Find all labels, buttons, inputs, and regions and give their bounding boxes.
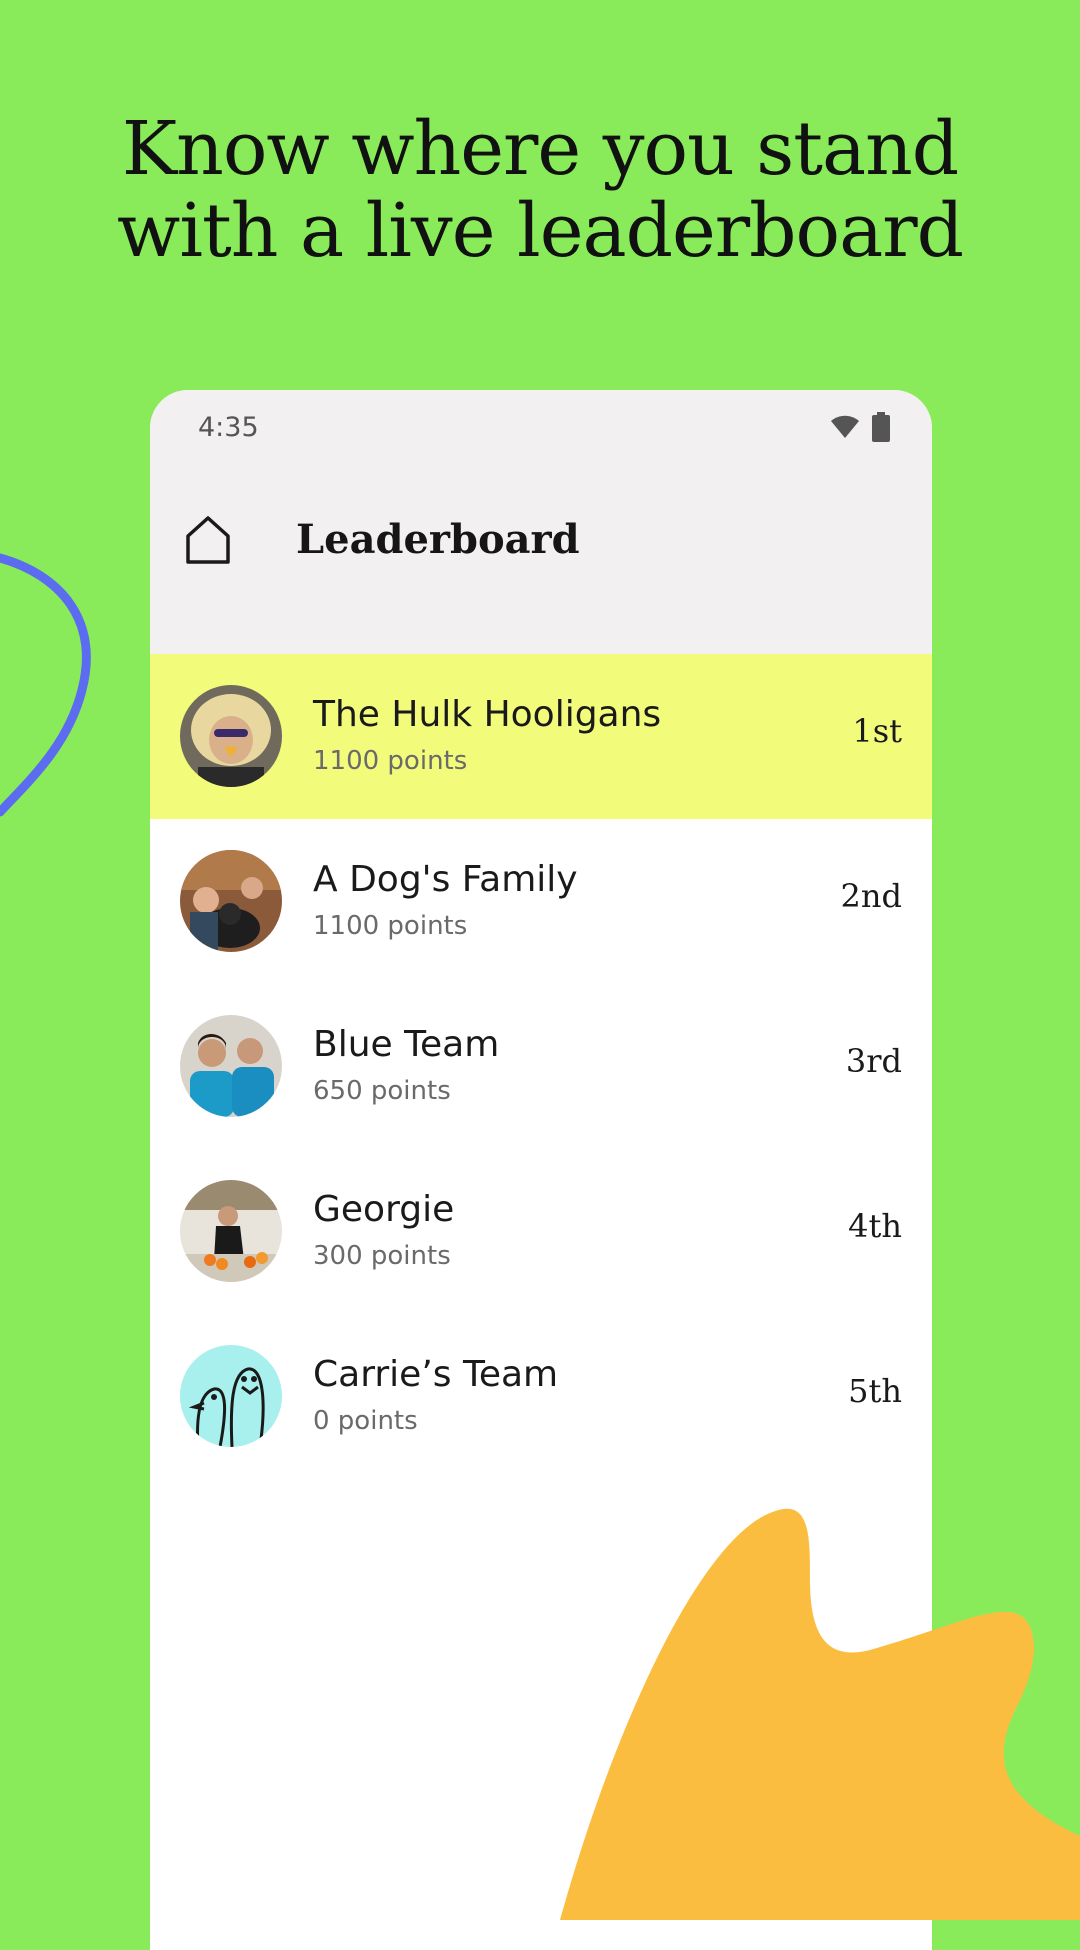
avatar bbox=[180, 1015, 282, 1117]
home-icon[interactable] bbox=[180, 512, 236, 568]
rank-label: 2nd bbox=[840, 877, 902, 915]
headline-line-1: Know where you stand bbox=[121, 106, 959, 192]
rank-label: 3rd bbox=[845, 1042, 902, 1080]
rank-label: 1st bbox=[852, 712, 902, 750]
leaderboard-row[interactable]: A Dog's Family 1100 points 2nd bbox=[150, 819, 932, 984]
team-name: The Hulk Hooligans bbox=[313, 694, 662, 735]
rank-label: 4th bbox=[848, 1207, 902, 1245]
page-title: Leaderboard bbox=[296, 516, 580, 563]
headline: Know where you stand with a live leaderb… bbox=[0, 108, 1080, 272]
team-points: 1100 points bbox=[313, 911, 468, 941]
avatar bbox=[180, 1180, 282, 1282]
team-points: 1100 points bbox=[313, 746, 468, 776]
battery-icon bbox=[872, 412, 890, 442]
status-bar: 4:35 bbox=[150, 390, 932, 466]
leaderboard-row[interactable]: Carrie’s Team 0 points 5th bbox=[150, 1314, 932, 1479]
status-time: 4:35 bbox=[198, 412, 259, 443]
decorative-arc bbox=[0, 553, 91, 817]
avatar bbox=[180, 685, 282, 787]
team-name: Blue Team bbox=[313, 1024, 500, 1065]
leaderboard-row[interactable]: The Hulk Hooligans 1100 points 1st bbox=[150, 654, 932, 819]
leaderboard-row[interactable]: Blue Team 650 points 3rd bbox=[150, 984, 932, 1149]
team-points: 650 points bbox=[313, 1076, 451, 1106]
team-name: Carrie’s Team bbox=[313, 1354, 559, 1395]
leaderboard-row[interactable]: Georgie 300 points 4th bbox=[150, 1149, 932, 1314]
avatar bbox=[180, 850, 282, 952]
phone-screen: 4:35 Leaderboard The Hulk Hooligans 1100… bbox=[150, 390, 932, 1950]
leaderboard-list: The Hulk Hooligans 1100 points 1st A Dog… bbox=[150, 654, 932, 1479]
team-points: 300 points bbox=[313, 1241, 451, 1271]
app-bar: Leaderboard bbox=[150, 466, 932, 654]
rank-label: 5th bbox=[848, 1372, 902, 1410]
avatar bbox=[180, 1345, 282, 1447]
team-name: Georgie bbox=[313, 1189, 455, 1230]
team-points: 0 points bbox=[313, 1406, 418, 1436]
headline-line-2: with a live leaderboard bbox=[117, 188, 964, 274]
team-name: A Dog's Family bbox=[313, 859, 578, 900]
wifi-icon bbox=[831, 415, 859, 438]
